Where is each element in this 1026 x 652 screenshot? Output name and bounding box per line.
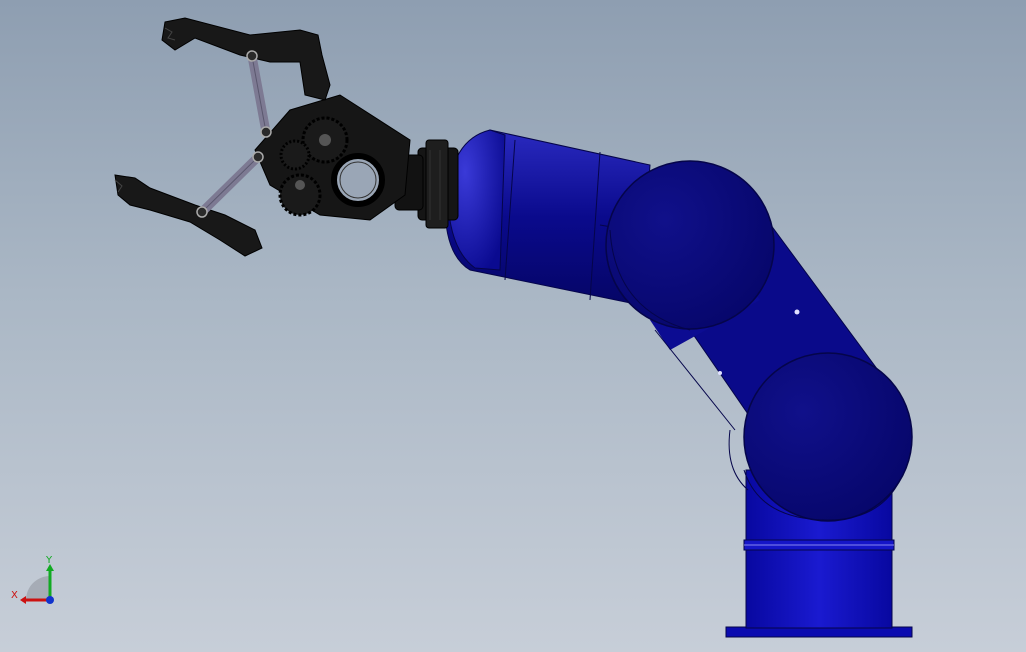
base-cylinder — [745, 549, 893, 629]
gripper-assembly[interactable] — [114, 17, 411, 257]
graphics-viewport[interactable]: X Y — [0, 0, 1026, 652]
gripper-finger-upper[interactable] — [161, 17, 331, 101]
gripper-gear-mid — [279, 139, 311, 171]
gripper-gear-bottom — [278, 173, 322, 217]
gripper-link-lower — [196, 151, 264, 218]
z-axis-dot — [46, 596, 54, 604]
gripper-finger-lower[interactable] — [114, 174, 263, 257]
robot-arm-model[interactable] — [0, 0, 1026, 652]
y-axis-label: Y — [45, 555, 53, 566]
gripper-link-upper — [246, 50, 272, 138]
view-triad[interactable]: X Y — [8, 552, 68, 608]
elbow-joint[interactable] — [605, 160, 775, 331]
x-axis-label: X — [11, 590, 18, 601]
